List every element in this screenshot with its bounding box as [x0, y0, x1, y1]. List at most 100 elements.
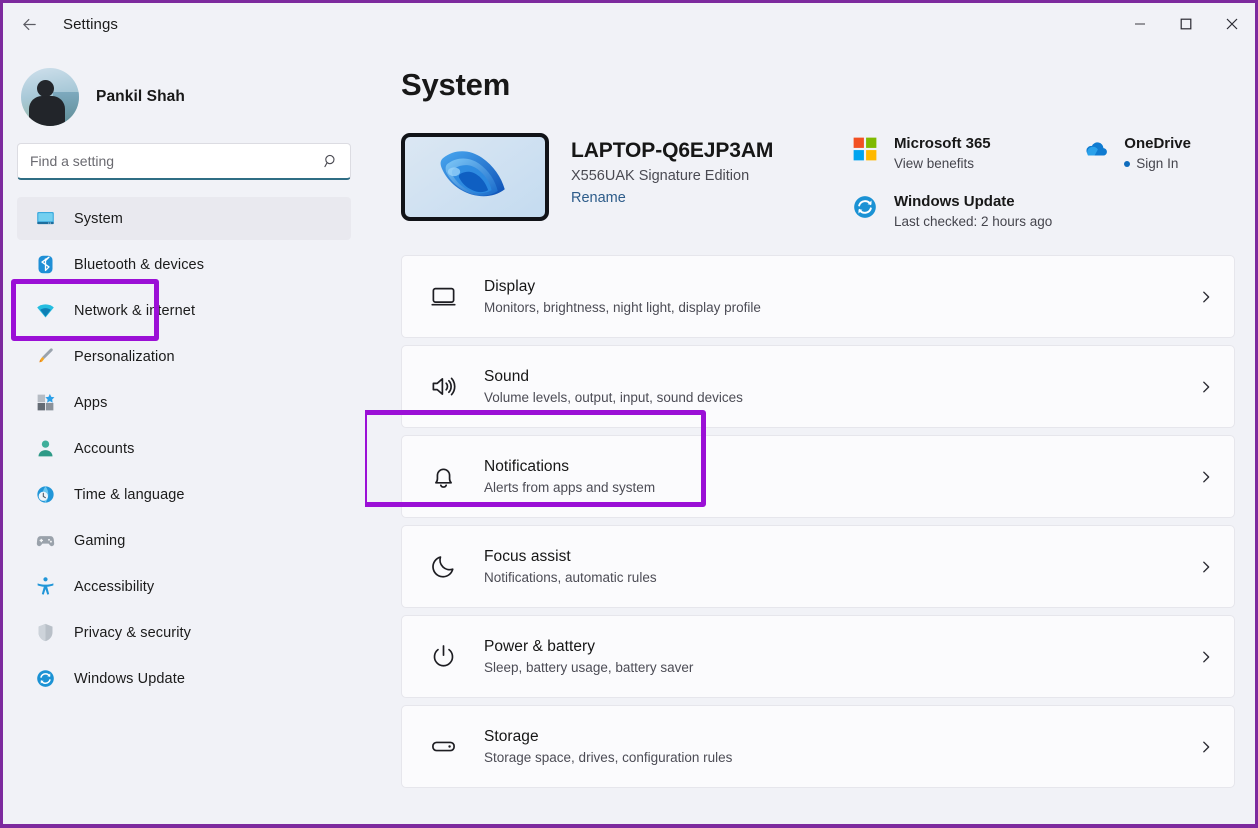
speaker-icon	[428, 372, 458, 402]
onedrive-cloud-icon	[1082, 135, 1109, 162]
settings-row-title: Display	[484, 278, 536, 295]
settings-row-subtitle: Sleep, battery usage, battery saver	[484, 660, 694, 675]
shield-icon	[35, 622, 56, 643]
close-button[interactable]	[1209, 3, 1255, 45]
maximize-button[interactable]	[1163, 3, 1209, 45]
sidebar-item-gaming[interactable]: Gaming	[17, 519, 351, 562]
accessibility-icon	[35, 576, 56, 597]
power-icon	[428, 642, 458, 672]
sidebar-item-time-language[interactable]: Time & language	[17, 473, 351, 516]
settings-row-text: Sound Volume levels, output, input, soun…	[484, 368, 1196, 405]
status-card-title: Microsoft 365	[893, 135, 991, 152]
device-thumbnail	[401, 133, 549, 221]
settings-window: Settings Pankil Shah Find a setting Syst…	[3, 3, 1255, 824]
settings-row-subtitle: Notifications, automatic rules	[484, 570, 657, 585]
search-icon	[324, 154, 335, 168]
settings-row-focus-assist[interactable]: Focus assist Notifications, automatic ru…	[401, 525, 1235, 608]
settings-row-subtitle: Volume levels, output, input, sound devi…	[484, 390, 743, 405]
sidebar-item-label: Accessibility	[74, 578, 155, 595]
window-body: Pankil Shah System	[3, 45, 1255, 824]
sidebar-item-label: Windows Update	[74, 670, 186, 687]
sidebar-item-system[interactable]: System	[17, 197, 351, 240]
status-card-onedrive[interactable]: OneDrive Sign In	[1082, 135, 1191, 171]
settings-row-display[interactable]: Display Monitors, brightness, night ligh…	[401, 255, 1235, 338]
chevron-right-icon	[1196, 650, 1216, 664]
update-sync-icon	[852, 193, 879, 220]
sign-in-link[interactable]: Sign In	[1136, 156, 1178, 171]
bluetooth-icon	[35, 254, 56, 275]
sidebar-item-label: Accounts	[74, 440, 135, 457]
minimize-button[interactable]	[1117, 3, 1163, 45]
view-benefits-link[interactable]: View benefits	[894, 156, 974, 171]
settings-row-text: Power & battery Sleep, battery usage, ba…	[484, 638, 1196, 675]
arrow-left-icon	[22, 18, 36, 30]
status-card-title: OneDrive	[1124, 135, 1191, 152]
settings-row-text: Display Monitors, brightness, night ligh…	[484, 278, 1196, 315]
settings-row-text: Storage Storage space, drives, configura…	[484, 728, 1196, 765]
sidebar-item-label: System	[74, 210, 123, 227]
settings-row-title: Focus assist	[484, 548, 571, 565]
sidebar-nav: System Bluetooth & devices Network & int…	[3, 197, 365, 700]
sidebar-item-privacy-security[interactable]: Privacy & security	[17, 611, 351, 654]
maximize-icon	[1180, 18, 1192, 30]
sidebar-item-label: Gaming	[74, 532, 126, 549]
chevron-right-icon	[1196, 740, 1216, 754]
chevron-right-icon	[1196, 560, 1216, 574]
sidebar-item-label: Bluetooth & devices	[74, 256, 205, 273]
settings-row-subtitle: Monitors, brightness, night light, displ…	[484, 300, 761, 315]
sidebar-item-network-internet[interactable]: Network & internet	[17, 289, 351, 332]
sidebar: Pankil Shah System	[3, 45, 365, 824]
apps-icon	[35, 392, 56, 413]
settings-row-notifications[interactable]: Notifications Alerts from apps and syste…	[401, 435, 1235, 518]
status-card-title: Windows Update	[893, 193, 1015, 210]
status-card-microsoft-365[interactable]: Microsoft 365 View benefits	[852, 135, 1052, 171]
settings-row-subtitle: Storage space, drives, configuration rul…	[484, 750, 733, 765]
settings-row-text: Focus assist Notifications, automatic ru…	[484, 548, 1196, 585]
sidebar-item-label: Apps	[74, 394, 108, 411]
status-dot-icon	[1124, 160, 1131, 167]
minimize-icon	[1135, 23, 1145, 25]
settings-row-title: Power & battery	[484, 638, 596, 655]
rename-link[interactable]: Rename	[571, 190, 626, 206]
sidebar-item-apps[interactable]: Apps	[17, 381, 351, 424]
device-name: LAPTOP-Q6EJP3AM	[571, 139, 774, 162]
profile-name: Pankil Shah	[96, 88, 185, 105]
sidebar-item-accounts[interactable]: Accounts	[17, 427, 351, 470]
settings-row-storage[interactable]: Storage Storage space, drives, configura…	[401, 705, 1235, 788]
avatar	[21, 68, 79, 126]
search-input[interactable]	[18, 144, 350, 178]
close-icon	[1226, 18, 1238, 30]
sidebar-item-label: Time & language	[74, 486, 185, 503]
update-sync-icon	[35, 668, 56, 689]
last-checked-text: Last checked: 2 hours ago	[893, 214, 1053, 229]
settings-row-power-battery[interactable]: Power & battery Sleep, battery usage, ba…	[401, 615, 1235, 698]
window-controls	[1117, 3, 1255, 45]
settings-row-sound[interactable]: Sound Volume levels, output, input, soun…	[401, 345, 1235, 428]
account-icon	[35, 438, 56, 459]
status-card-windows-update[interactable]: Windows Update Last checked: 2 hours ago	[852, 193, 1052, 229]
device-model: X556UAK Signature Edition	[571, 168, 750, 184]
device-meta: LAPTOP-Q6EJP3AM X556UAK Signature Editio…	[571, 133, 773, 207]
sidebar-item-bluetooth-devices[interactable]: Bluetooth & devices	[17, 243, 351, 286]
storage-drive-icon	[428, 732, 458, 762]
settings-row-title: Storage	[484, 728, 539, 745]
settings-list: Display Monitors, brightness, night ligh…	[401, 255, 1235, 788]
sidebar-item-personalization[interactable]: Personalization	[17, 335, 351, 378]
moon-icon	[428, 552, 458, 582]
device-summary: LAPTOP-Q6EJP3AM X556UAK Signature Editio…	[401, 133, 1235, 229]
device-info: LAPTOP-Q6EJP3AM X556UAK Signature Editio…	[401, 133, 773, 221]
sidebar-item-label: Privacy & security	[74, 624, 192, 641]
status-card-subtitle: View benefits	[894, 156, 991, 171]
page-title: System	[401, 67, 511, 102]
settings-row-subtitle: Alerts from apps and system	[484, 480, 656, 495]
chevron-right-icon	[1196, 470, 1216, 484]
sidebar-item-accessibility[interactable]: Accessibility	[17, 565, 351, 608]
status-card-subtitle: Sign In	[1124, 156, 1191, 171]
user-profile[interactable]: Pankil Shah	[3, 45, 365, 131]
sidebar-item-windows-update[interactable]: Windows Update	[17, 657, 351, 700]
status-card-subtitle: Last checked: 2 hours ago	[894, 214, 1052, 229]
search-box[interactable]	[17, 143, 351, 180]
sidebar-item-label: Network & internet	[74, 302, 196, 319]
back-button[interactable]	[9, 8, 49, 40]
paintbrush-icon	[35, 346, 56, 367]
